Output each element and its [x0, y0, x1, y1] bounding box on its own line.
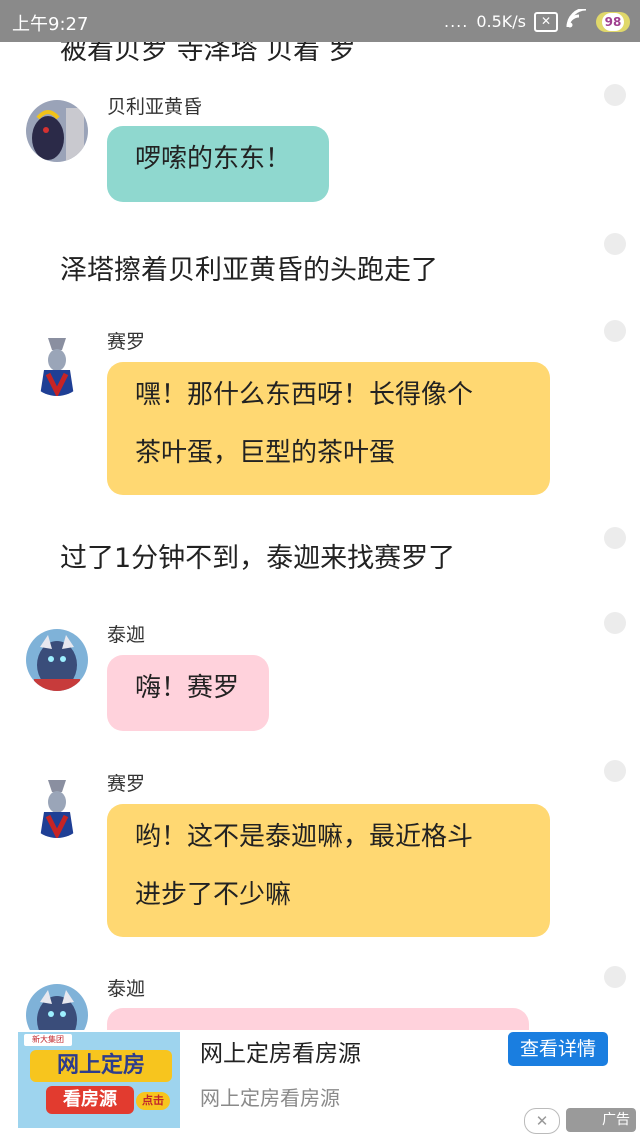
battery-level: 98 — [602, 12, 624, 31]
sender-name: 赛罗 — [107, 773, 146, 795]
avatar-belial[interactable] — [26, 100, 88, 162]
sender-name: 泰迦 — [107, 978, 146, 1000]
ad-image[interactable]: 新大集团 网上定房 看房源 点击 — [18, 1032, 180, 1128]
message-menu-dot[interactable] — [604, 84, 626, 106]
message-line: 茶叶蛋，巨型的茶叶蛋 — [135, 438, 396, 468]
ad-close-icon[interactable]: ✕ — [524, 1108, 560, 1134]
ad-image-subline: 看房源 — [46, 1086, 134, 1114]
avatar-taiga[interactable] — [26, 629, 88, 691]
sender-name: 泰迦 — [107, 624, 146, 646]
message-menu-dot[interactable] — [604, 966, 626, 988]
sender-name: 赛罗 — [107, 331, 146, 353]
ad-image-headline: 网上定房 — [30, 1050, 172, 1082]
ad-banner[interactable]: 新大集团 网上定房 看房源 点击 网上定房看房源 网上定房看房源 查看详情 ✕ … — [0, 1030, 640, 1138]
message-line: 进步了不少嘛 — [135, 880, 292, 910]
message-menu-dot[interactable] — [604, 527, 626, 549]
clock: 上午9:27 — [12, 14, 89, 35]
message-bubble[interactable]: 嘿！那什么东西呀！长得像个 茶叶蛋，巨型的茶叶蛋 — [107, 362, 550, 495]
battery-icon: 98 — [596, 11, 630, 32]
message-bubble[interactable]: 啰嗦的东东！ — [107, 126, 329, 202]
network-speed: 0.5K/s — [476, 12, 526, 31]
ad-image-logo: 新大集团 — [24, 1034, 72, 1046]
message-bubble[interactable] — [107, 1008, 529, 1030]
ad-label: 广告 — [566, 1108, 636, 1132]
status-icons: .... 0.5K/s ✕ 98 — [443, 7, 630, 34]
message-menu-dot[interactable] — [604, 612, 626, 634]
sim-disabled-icon: ✕ — [534, 11, 558, 32]
message-line: 嘿！那什么东西呀！长得像个 — [135, 380, 474, 410]
message-menu-dot[interactable] — [604, 760, 626, 782]
avatar-zero[interactable] — [26, 776, 88, 838]
narration-text: 过了1分钟不到，泰迦来找赛罗了 — [60, 543, 456, 574]
avatar-zero[interactable] — [26, 334, 88, 396]
status-bar: 上午9:27 .... 0.5K/s ✕ 98 — [0, 0, 640, 42]
message-bubble[interactable]: 哟！这不是泰迦嘛，最近格斗 进步了不少嘛 — [107, 804, 550, 937]
message-menu-dot[interactable] — [604, 233, 626, 255]
ad-details-button[interactable]: 查看详情 — [508, 1032, 608, 1066]
ad-title[interactable]: 网上定房看房源 — [200, 1034, 361, 1068]
wifi-icon — [566, 7, 588, 34]
message-line: 哟！这不是泰迦嘛，最近格斗 — [135, 822, 474, 852]
avatar-taiga[interactable] — [26, 984, 88, 1030]
ad-subtitle: 网上定房看房源 — [200, 1086, 340, 1110]
narration-text: 泽塔擦着贝利亚黄昏的头跑走了 — [60, 255, 438, 286]
ad-image-tag: 点击 — [136, 1092, 170, 1110]
message-bubble[interactable]: 嗨！赛罗 — [107, 655, 269, 731]
message-menu-dot[interactable] — [604, 320, 626, 342]
sender-name: 贝利亚黄昏 — [107, 96, 203, 118]
notification-dots-icon: .... — [443, 12, 469, 31]
chat-scroll-area[interactable]: 被着贝罗 寺泽塔 贝着 罗 贝利亚黄昏 啰嗦的东东！ 泽塔擦着贝利亚黄昏的头跑走… — [0, 42, 640, 1030]
partial-message-text: 被着贝罗 寺泽塔 贝着 罗 — [60, 42, 356, 66]
